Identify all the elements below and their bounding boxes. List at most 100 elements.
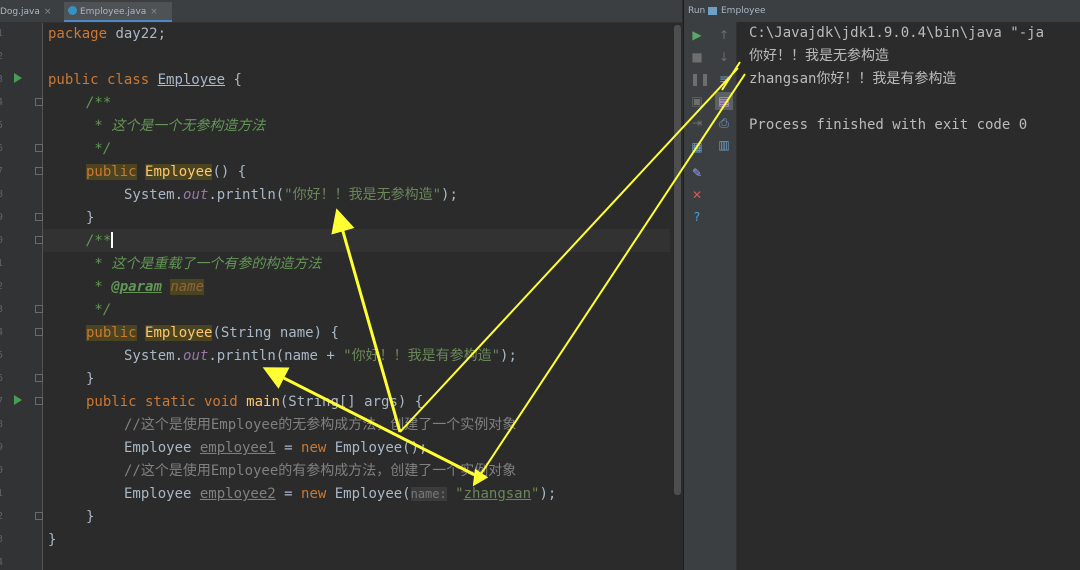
pin-icon[interactable]: ✎ — [690, 166, 704, 180]
fold-icon[interactable] — [35, 98, 43, 106]
code-line-15: System.out.println(name + "你好！！我是有参构造"); — [124, 345, 517, 368]
line-number: 3 — [0, 304, 4, 315]
closing-brace: } — [86, 509, 95, 525]
console-line: 你好！！我是无参构造 — [749, 48, 889, 64]
down-icon[interactable]: ↓ — [717, 50, 731, 64]
string-literal: "你好！！我是无参构造" — [284, 187, 442, 203]
close-icon[interactable]: × — [150, 7, 158, 17]
doc-comment: * 这个是重载了一个有参的构造方法 — [86, 256, 322, 272]
close-icon[interactable]: × — [44, 7, 52, 17]
fold-icon[interactable] — [35, 236, 43, 244]
field-name: out — [183, 348, 209, 364]
step-icon[interactable]: ▣ — [690, 94, 704, 108]
line-number: 5 — [0, 350, 4, 361]
java-class-icon — [68, 6, 77, 15]
console-line: C:\Javajdk\jdk1.9.0.4\bin\java "-ja — [749, 25, 1045, 41]
line-number: 8 — [0, 419, 4, 430]
closing-brace: } — [48, 532, 57, 548]
console-line: zhangsan你好！！我是有参构造 — [749, 71, 957, 87]
code-text: (String[] args) { — [279, 394, 424, 410]
code-text: { — [225, 72, 242, 88]
line-number: 0 — [0, 465, 4, 476]
line-number: 1 — [0, 258, 4, 269]
code-line-8: System.out.println("你好！！我是无参构造"); — [124, 184, 458, 207]
line-number: 9 — [0, 212, 4, 223]
doc-comment: /** — [86, 95, 112, 111]
tab-label: Dog.java — [0, 7, 40, 17]
line-number: 1 — [0, 28, 4, 39]
code-line-14: public Employee(String name) { — [86, 322, 339, 345]
up-icon[interactable]: ↑ — [717, 28, 731, 42]
constructor-name: Employee — [145, 164, 213, 180]
code-line-17: public static void main(String[] args) { — [86, 391, 423, 414]
fold-icon[interactable] — [35, 167, 43, 175]
run-toolbar: ▶ ■ ❚❚ ▣ ⇥ ▦ ✎ ✕ ? ↑ ↓ ≡ ▤ ⎙ ▥ — [684, 22, 737, 570]
fold-icon[interactable] — [35, 328, 43, 336]
line-number: 2 — [0, 511, 4, 522]
code-text: .println(name + — [208, 348, 344, 364]
fold-icon[interactable] — [35, 144, 43, 152]
method-name: main — [246, 394, 280, 410]
doc-comment: * — [86, 279, 112, 295]
run-class-icon[interactable] — [14, 73, 22, 83]
run-icon[interactable]: ▶ — [690, 28, 704, 42]
wrap-icon[interactable]: ≡ — [717, 72, 731, 86]
code-text: ); — [441, 187, 458, 203]
fold-icon[interactable] — [35, 374, 43, 382]
editor-scrollbar[interactable] — [674, 23, 682, 570]
run-config-name[interactable]: Employee — [721, 0, 766, 22]
keyword: public — [86, 164, 137, 180]
print-output-icon[interactable]: ⎙ — [717, 116, 731, 130]
string-quote: " — [455, 486, 464, 502]
code-text: day22; — [107, 26, 167, 42]
doc-comment: * 这个是一个无参构造方法 — [86, 118, 266, 134]
line-number: 3 — [0, 74, 4, 85]
close-icon[interactable]: ✕ — [690, 188, 704, 202]
code-text: Employee — [124, 440, 200, 456]
line-number: 4 — [0, 557, 4, 568]
console-output[interactable]: C:\Javajdk\jdk1.9.0.4\bin\java "-ja 你好！！… — [749, 22, 1079, 134]
layout-icon[interactable]: ▦ — [690, 140, 704, 154]
help-icon[interactable]: ? — [690, 210, 704, 224]
line-number-gutter[interactable]: 1 2 3 4 5 6 7 8 9 0 1 2 3 4 5 6 7 8 9 0 … — [0, 23, 43, 570]
code-line-7: public Employee() { — [86, 161, 246, 184]
console-line: Process finished with exit code 0 — [749, 117, 1028, 133]
doc-comment: /** — [86, 233, 112, 249]
fold-icon[interactable] — [35, 305, 43, 313]
code-text: ); — [539, 486, 557, 502]
soft-wrap-icon[interactable]: ▤ — [715, 92, 733, 110]
keyword: public static void — [86, 394, 238, 410]
param-name: name — [170, 279, 205, 295]
code-line-21: Employee employee2 = new Employee(name: … — [124, 483, 556, 506]
trash-icon[interactable]: ▥ — [717, 138, 731, 152]
line-number: 7 — [0, 396, 4, 407]
fold-icon[interactable] — [35, 213, 43, 221]
text-caret — [111, 232, 114, 248]
code-text: Employee(); — [326, 440, 428, 456]
field-name: out — [183, 187, 209, 203]
javadoc-tag: @param — [111, 279, 162, 295]
code-text: .println( — [208, 187, 285, 203]
variable-name: employee1 — [199, 440, 276, 456]
fold-icon[interactable] — [35, 397, 43, 405]
line-number: 6 — [0, 373, 4, 384]
keyword: package — [48, 26, 108, 42]
scroll-icon[interactable]: ⇥ — [690, 116, 704, 130]
run-panel-header: Run Employee — [684, 0, 1080, 22]
line-number: 2 — [0, 51, 4, 62]
code-text: System. — [124, 187, 184, 203]
line-number: 7 — [0, 166, 4, 177]
code-line-12: * @param name — [86, 276, 205, 299]
tab-dog-java[interactable]: Dog.java × — [0, 2, 62, 22]
string-literal: zhangsan — [463, 486, 532, 502]
fold-icon[interactable] — [35, 512, 43, 520]
line-number: 2 — [0, 281, 4, 292]
scrollbar-thumb[interactable] — [674, 25, 681, 495]
code-editor[interactable]: package day22; public class Employee { /… — [43, 23, 670, 570]
tab-employee-java[interactable]: Employee.java × — [64, 2, 172, 22]
line-number: 5 — [0, 120, 4, 131]
stop-icon[interactable]: ■ — [690, 50, 704, 64]
run-main-icon[interactable] — [14, 395, 22, 405]
keyword: public class — [48, 72, 150, 88]
pause-icon[interactable]: ❚❚ — [690, 72, 710, 86]
